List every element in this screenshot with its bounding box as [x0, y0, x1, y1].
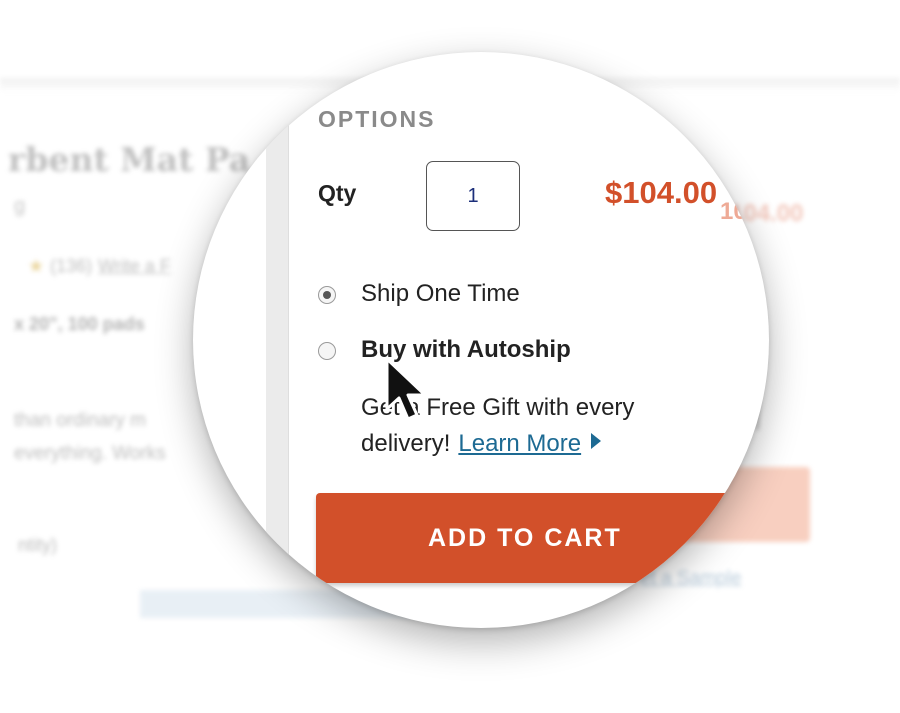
- quantity-note: ntity): [18, 535, 58, 555]
- product-price-outside-lens: 104.00: [720, 198, 769, 225]
- triangle-right-icon[interactable]: [591, 433, 602, 449]
- magnified-content: OPTIONS Qty $104.00 104.00 Ship One Time…: [193, 52, 769, 628]
- write-review-link[interactable]: Write a F: [98, 256, 171, 276]
- product-rating: ★ (136) Write a F: [28, 256, 171, 277]
- product-price: $104.00: [605, 175, 718, 210]
- mouse-pointer-icon: [385, 357, 427, 421]
- star-icon: ★: [28, 256, 45, 276]
- panel-divider: [266, 95, 289, 628]
- learn-more-link[interactable]: Learn More: [458, 430, 581, 457]
- magnifier-lens: OPTIONS Qty $104.00 104.00 Ship One Time…: [193, 52, 769, 628]
- ship-one-time-label[interactable]: Ship One Time: [361, 280, 520, 308]
- product-description-line-1: than ordinary m: [14, 410, 147, 431]
- product-subtitle: g: [14, 195, 26, 217]
- free-gift-text-line-2: delivery! Learn More: [361, 430, 602, 458]
- autoship-radio[interactable]: [318, 342, 336, 360]
- product-size: x 20", 100 pads: [14, 314, 145, 334]
- rating-count: (136): [50, 256, 93, 276]
- product-description-line-2: everything. Works: [14, 443, 166, 464]
- add-to-cart-button[interactable]: ADD TO CART: [316, 493, 769, 583]
- options-heading: OPTIONS: [318, 106, 436, 132]
- ship-one-time-radio[interactable]: [318, 286, 336, 304]
- qty-label: Qty: [318, 180, 357, 206]
- qty-input[interactable]: [426, 161, 520, 231]
- free-gift-text-delivery: delivery!: [361, 430, 451, 457]
